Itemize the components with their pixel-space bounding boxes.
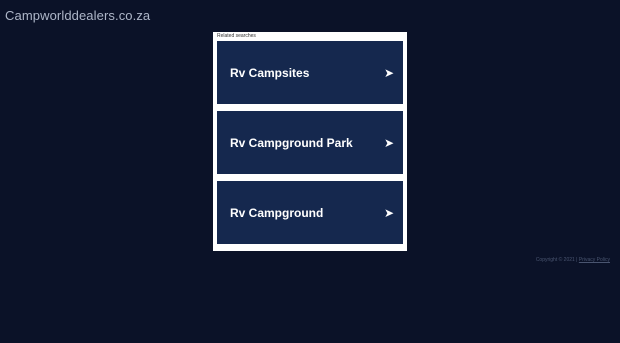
arrow-right-icon: ➤ [383, 65, 394, 80]
footer: Copyright © 2021 | Privacy Policy [536, 257, 610, 263]
copyright-text: Copyright © 2021 | [535, 257, 579, 263]
related-searches-header: Related searches [217, 33, 256, 39]
related-link-rv-campground[interactable]: Rv Campground ➤ [217, 181, 403, 244]
related-searches-panel: Related searches Rv Campsites ➤ Rv Campg… [213, 32, 407, 251]
related-link-rv-campground-park[interactable]: Rv Campground Park ➤ [217, 111, 403, 174]
related-link-label: Rv Campsites [230, 65, 310, 80]
privacy-policy-link[interactable]: Privacy Policy [579, 257, 610, 263]
related-link-rv-campsites[interactable]: Rv Campsites ➤ [217, 41, 403, 104]
site-title: Campworlddealers.co.za [5, 8, 151, 23]
related-link-label: Rv Campground [230, 205, 324, 220]
arrow-right-icon: ➤ [383, 135, 394, 150]
arrow-right-icon: ➤ [383, 205, 394, 220]
related-link-label: Rv Campground Park [230, 135, 353, 150]
